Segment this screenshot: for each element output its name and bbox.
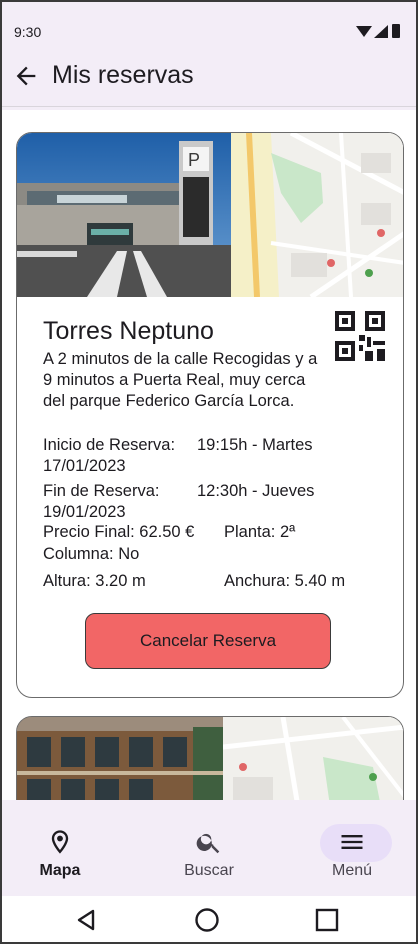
wifi-icon bbox=[356, 26, 372, 37]
parking-photo: P bbox=[17, 133, 231, 297]
menu-icon bbox=[341, 835, 363, 849]
system-back-icon[interactable] bbox=[74, 908, 98, 932]
app-bar: Mis reservas bbox=[2, 54, 416, 110]
end-label: Fin de Reserva: bbox=[43, 482, 160, 500]
system-home-icon[interactable] bbox=[194, 907, 220, 933]
map-pin-icon bbox=[51, 830, 69, 854]
start-value: 19:15h - Martes bbox=[197, 436, 313, 454]
qr-code-icon[interactable] bbox=[335, 311, 385, 361]
signal-icon bbox=[374, 25, 388, 38]
nav-item-mapa[interactable]: Mapa bbox=[5, 800, 115, 896]
map-thumbnail[interactable] bbox=[231, 133, 403, 297]
parking-name: Torres Neptuno bbox=[43, 317, 214, 345]
width-info: Anchura: 5.40 m bbox=[224, 572, 346, 590]
system-navigation-bar bbox=[2, 896, 416, 942]
search-icon bbox=[196, 833, 220, 854]
floor: Planta: 2ª bbox=[224, 523, 296, 541]
system-recents-icon[interactable] bbox=[315, 908, 339, 932]
divider bbox=[2, 106, 416, 107]
page-title: Mis reservas bbox=[52, 61, 194, 89]
parking-description: A 2 minutos de la calle Recogidas y a 9 … bbox=[43, 350, 318, 410]
start-label: Inicio de Reserva: bbox=[43, 436, 176, 454]
nav-label-menu: Menú bbox=[331, 862, 373, 879]
back-arrow-icon[interactable] bbox=[12, 62, 40, 90]
final-price: Precio Final: 62.50 € bbox=[43, 523, 195, 541]
status-time: 9:30 bbox=[14, 24, 42, 40]
end-date: 19/01/2023 bbox=[43, 503, 126, 521]
nav-item-buscar[interactable]: Buscar bbox=[154, 800, 264, 896]
nav-label-mapa: Mapa bbox=[39, 862, 81, 879]
phone-frame: 9:30 Mis reservas P Torres Neptuno A 2 m… bbox=[0, 0, 418, 944]
height-info: Altura: 3.20 m bbox=[43, 572, 146, 590]
bottom-navigation: Mapa Buscar Menú bbox=[2, 800, 416, 896]
svg-text:P: P bbox=[188, 150, 200, 170]
start-date: 17/01/2023 bbox=[43, 457, 126, 475]
reservation-card[interactable]: P Torres Neptuno A 2 minutos de la calle… bbox=[16, 132, 404, 698]
status-bar: 9:30 bbox=[2, 2, 416, 54]
status-icons bbox=[356, 24, 406, 40]
nav-label-buscar: Buscar bbox=[184, 862, 234, 879]
column-info: Columna: No bbox=[43, 545, 140, 563]
nav-item-menu[interactable]: Menú bbox=[297, 800, 407, 896]
end-value: 12:30h - Jueves bbox=[197, 482, 315, 500]
battery-icon bbox=[392, 24, 400, 38]
cancel-reservation-button[interactable]: Cancelar Reserva bbox=[85, 613, 331, 669]
